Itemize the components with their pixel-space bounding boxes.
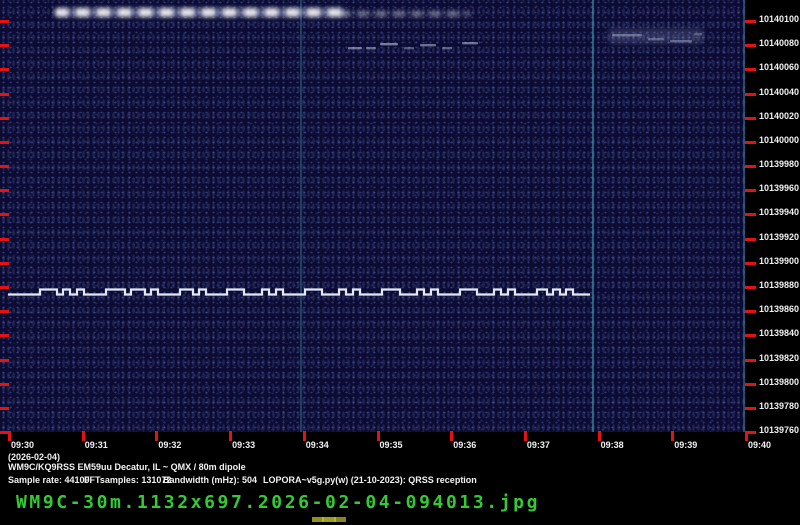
time-tick-label: 09:38 — [600, 440, 624, 450]
time-tick-label: 09:40 — [748, 440, 772, 450]
freq-tick-label: 10139980 — [759, 159, 800, 170]
freq-tick-label: 10140040 — [759, 86, 800, 97]
time-tick-label: 09:34 — [305, 440, 329, 450]
strong-carrier-smear — [55, 8, 345, 17]
time-tick-label: 09:32 — [158, 440, 182, 450]
freq-tick-label: 10139820 — [759, 352, 800, 363]
freq-tick-label: 10139760 — [759, 425, 800, 436]
freq-tick-label: 10140060 — [759, 62, 800, 73]
freq-tick-right — [745, 116, 756, 120]
main-fsk-cw-trace — [8, 288, 590, 296]
freq-tick-label: 10139960 — [759, 183, 800, 194]
freq-tick-right — [745, 310, 756, 314]
spectrogram-plot — [0, 0, 745, 432]
freq-tick-right — [745, 382, 756, 386]
freq-tick-left — [0, 140, 9, 144]
station-description: WM9C/KQ9RSS EM59uu Decatur, IL ~ QMX / 8… — [8, 462, 246, 472]
freq-tick-left — [0, 358, 9, 362]
weak-cw-dash — [404, 47, 414, 50]
signal-traces — [8, 33, 702, 296]
qrss-grabber-image: 10140100 10140080 10140060 10140040 10140020… — [0, 0, 800, 525]
highlight-artifact-bar — [312, 517, 346, 522]
freq-tick-label: 10139860 — [759, 304, 800, 315]
freq-tick-label: 10140080 — [759, 38, 800, 49]
freq-tick-label: 10139920 — [759, 231, 800, 242]
freq-tick-label: 10140100 — [759, 14, 800, 24]
bandwidth-label: Bandwidth (mHz): 504 — [163, 475, 258, 485]
time-tick-label: 09:31 — [84, 440, 108, 450]
weak-signal-smear — [608, 28, 704, 44]
freq-tick-left — [0, 334, 9, 338]
freq-tick-left — [0, 44, 9, 48]
freq-tick-right — [745, 358, 756, 362]
time-tick-label: 09:33 — [232, 440, 256, 450]
freq-tick-right — [745, 165, 756, 169]
time-tick-label: 09:39 — [674, 440, 698, 450]
date-label: (2026-02-04) — [8, 452, 61, 462]
freq-tick-label: 10140000 — [759, 134, 800, 145]
freq-tick-right — [745, 285, 756, 289]
freq-tick-right — [745, 44, 756, 48]
freq-tick-left — [0, 261, 9, 265]
freq-tick-label: 10139840 — [759, 328, 800, 339]
sample-rate-label: Sample rate: 44100 — [8, 475, 90, 485]
freq-tick-label: 10139800 — [759, 376, 800, 387]
freq-tick-right — [745, 406, 756, 410]
freq-tick-left — [0, 285, 9, 289]
freq-tick-label: 10139900 — [759, 255, 800, 266]
freq-tick-right — [745, 20, 756, 23]
freq-tick-label: 10140020 — [759, 110, 800, 121]
freq-tick-left — [0, 382, 9, 386]
freq-tick-left — [0, 165, 9, 169]
freq-tick-left — [0, 213, 9, 217]
freq-tick-right — [745, 189, 756, 193]
time-tick-label: 09:36 — [453, 440, 477, 450]
weak-cw-dash — [462, 42, 478, 45]
freq-tick-left — [0, 406, 9, 410]
freq-tick-right — [745, 92, 756, 96]
fft-samples-label: FFTsamples: 131072 — [84, 475, 172, 485]
freq-tick-label: 10139940 — [759, 207, 800, 218]
freq-tick-left — [0, 116, 9, 120]
strong-carrier-smear-tail — [340, 11, 470, 17]
filename-caption: WM9C-30m.1132x697.2026-02-04-094013.jpg — [16, 492, 541, 513]
freq-tick-left — [0, 20, 9, 23]
weak-cw-dash — [348, 47, 362, 50]
freq-tick-right — [745, 334, 756, 338]
freq-tick-right — [745, 237, 756, 241]
freq-tick-right — [745, 213, 756, 217]
freq-tick-left — [0, 237, 9, 241]
freq-tick-label: 10139780 — [759, 400, 800, 411]
time-tick-label: 09:30 — [11, 440, 35, 450]
time-tick-label: 09:35 — [379, 440, 403, 450]
weak-cw-dash — [366, 47, 376, 50]
freq-tick-right — [745, 68, 756, 72]
freq-tick-left — [0, 92, 9, 96]
weak-cw-dash — [380, 43, 398, 46]
freq-tick-left — [0, 310, 9, 314]
freq-tick-left — [0, 68, 9, 72]
freq-tick-label: 10139880 — [759, 279, 800, 290]
weak-cw-dash — [420, 44, 436, 47]
freq-tick-right — [745, 261, 756, 265]
weak-cw-dash — [442, 47, 452, 50]
software-version-label: LOPORA~v5g.py(w) (21-10-2023): QRSS rece… — [263, 475, 477, 485]
time-tick-label: 09:37 — [526, 440, 550, 450]
freq-tick-right — [745, 140, 756, 144]
freq-tick-left — [0, 189, 9, 193]
